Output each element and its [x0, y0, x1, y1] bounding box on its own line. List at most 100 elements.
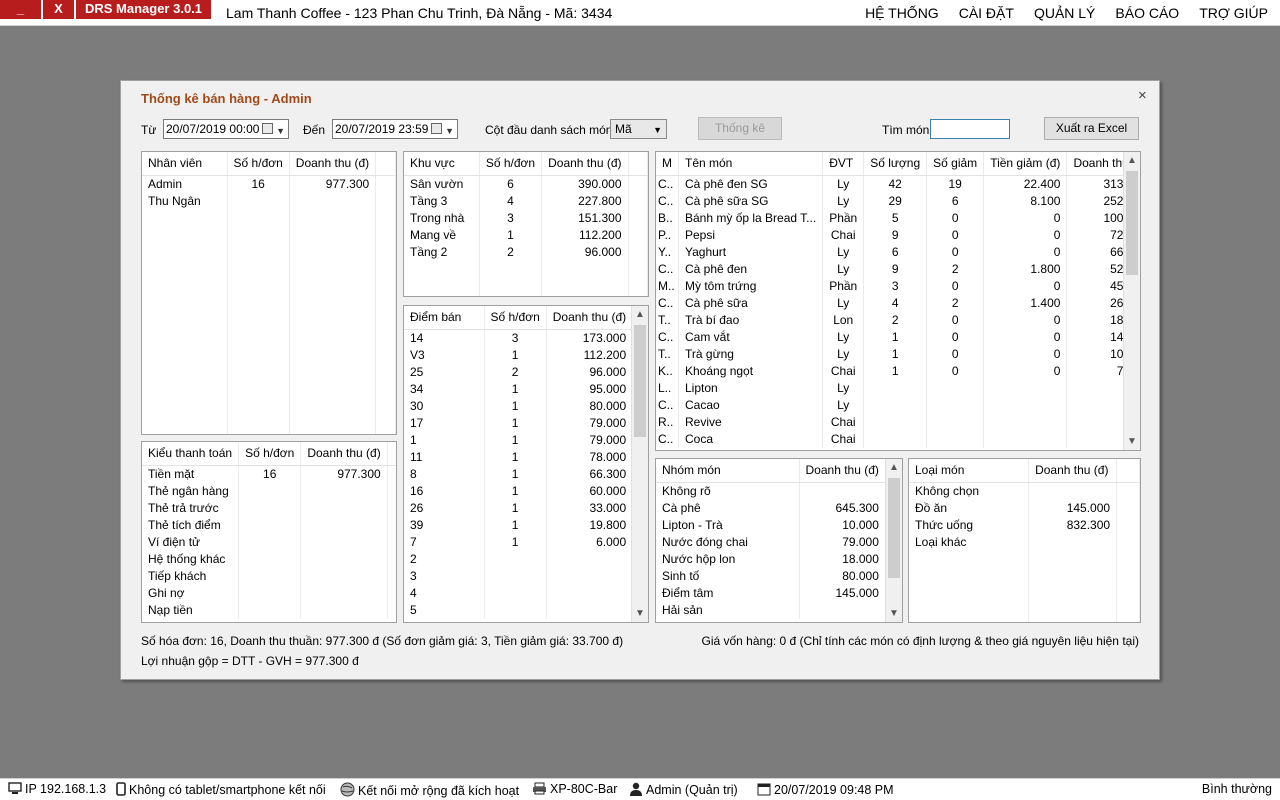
table-row[interactable]: Tiền mặt 16 977.300	[142, 465, 396, 483]
col-header[interactable]: Doanh thu (đ)	[1028, 459, 1118, 483]
table-row[interactable]: Hệ thống khác	[142, 551, 396, 568]
table-row[interactable]: C..Cà phê đen SGLy421922.400313.600	[656, 175, 1140, 193]
col-header[interactable]: Doanh thu (đ)	[799, 459, 886, 483]
to-date-picker[interactable]: 20/07/2019 23:59 ▼	[332, 119, 458, 139]
group-scrollbar[interactable]: ▲ ▼	[885, 459, 902, 622]
col-header[interactable]: Điểm bán	[404, 306, 485, 330]
table-row[interactable]: 3	[404, 568, 647, 585]
first-column-select[interactable]: Mã ▼	[610, 119, 667, 139]
table-row[interactable]: Tầng 3 4 227.800	[404, 193, 648, 210]
menu-reports[interactable]: BÁO CÁO	[1115, 5, 1179, 21]
col-header[interactable]: Doanh thu (đ)	[289, 152, 377, 176]
table-row[interactable]: Tầng 2 2 96.000	[404, 244, 648, 261]
scroll-down-icon[interactable]: ▼	[632, 605, 648, 622]
col-header[interactable]: Kiểu thanh toán	[142, 442, 240, 466]
table-row[interactable]: 34 1 95.000	[404, 381, 647, 398]
col-header[interactable]: Số h/đơn	[227, 152, 290, 176]
table-row[interactable]: L.. Lipton Ly	[656, 380, 1140, 397]
table-row[interactable]: M..Mỳ tôm trứngPhần30045.000	[656, 278, 1140, 295]
table-row[interactable]: Đồ ăn 145.000	[909, 500, 1140, 517]
table-row[interactable]: Trong nhà 3 151.300	[404, 210, 648, 227]
col-header[interactable]: ĐVT	[822, 152, 865, 176]
table-row[interactable]: Hải sản	[656, 602, 899, 619]
table-row[interactable]: C..Cà phê đenLy921.80052.200	[656, 261, 1140, 278]
table-row[interactable]: C..Cà phê sữa SGLy2968.100252.900	[656, 193, 1140, 210]
table-row[interactable]: Mang về 1 112.200	[404, 227, 648, 244]
col-header[interactable]: Tiền giảm (đ)	[983, 152, 1068, 176]
menu-system[interactable]: HỆ THỐNG	[865, 5, 939, 21]
col-header[interactable]: Số h/đơn	[479, 152, 543, 176]
table-row[interactable]: 16 1 60.000	[404, 483, 647, 500]
table-row[interactable]: 25 2 96.000	[404, 364, 647, 381]
col-header[interactable]: Doanh thu (đ)	[300, 442, 388, 466]
table-row[interactable]: Không rõ	[656, 482, 899, 500]
items-scrollbar[interactable]: ▲ ▼	[1123, 152, 1140, 450]
table-row[interactable]: Loại khác	[909, 534, 1140, 551]
table-row[interactable]: Lipton - Trà 10.000	[656, 517, 899, 534]
table-row[interactable]: 11 1 78.000	[404, 449, 647, 466]
table-row[interactable]: C.. Coca Chai	[656, 431, 1140, 448]
col-header[interactable]: Nhân viên	[142, 152, 228, 176]
table-row[interactable]: 14 3 173.000	[404, 329, 647, 347]
table-row[interactable]: T..Trà gừngLy10010.000	[656, 346, 1140, 363]
col-header[interactable]: Số giảm	[926, 152, 985, 176]
table-row[interactable]: Thức uống 832.300	[909, 517, 1140, 534]
menu-settings[interactable]: CÀI ĐẶT	[959, 5, 1014, 21]
table-row[interactable]: Cà phê 645.300	[656, 500, 899, 517]
table-row[interactable]: T..Trà bí đaoLon20018.000	[656, 312, 1140, 329]
table-row[interactable]: Y..YaghurtLy60066.000	[656, 244, 1140, 261]
minimize-button[interactable]: _	[0, 0, 41, 19]
col-header[interactable]: Số h/đơn	[484, 306, 547, 330]
table-row[interactable]: Thẻ tích điểm	[142, 517, 396, 534]
search-input[interactable]	[930, 119, 1010, 139]
table-row[interactable]: 39 1 19.800	[404, 517, 647, 534]
table-row[interactable]: Ghi nợ	[142, 585, 396, 602]
table-row[interactable]: C..Cà phê sữaLy421.40026.600	[656, 295, 1140, 312]
table-row[interactable]: Nạp tiền	[142, 602, 396, 619]
table-row[interactable]: 30 1 80.000	[404, 398, 647, 415]
scroll-thumb[interactable]	[1126, 171, 1138, 275]
table-row[interactable]: P..PepsiChai90072.000	[656, 227, 1140, 244]
scroll-down-icon[interactable]: ▼	[886, 605, 902, 622]
stats-button[interactable]: Thống kê	[698, 117, 782, 140]
table-row[interactable]: K..Khoáng ngọtChai1007.000	[656, 363, 1140, 380]
scroll-up-icon[interactable]: ▲	[1124, 152, 1140, 169]
col-header[interactable]: M	[656, 152, 679, 176]
col-header[interactable]: Tên món	[678, 152, 824, 176]
point-of-sale-scrollbar[interactable]: ▲ ▼	[631, 306, 648, 622]
dialog-close-button[interactable]: ×	[1138, 87, 1147, 104]
scroll-thumb[interactable]	[634, 325, 646, 437]
col-header[interactable]: Doanh thu (đ)	[541, 152, 629, 176]
table-row[interactable]: C.. Cacao Ly	[656, 397, 1140, 414]
table-row[interactable]: 17 1 79.000	[404, 415, 647, 432]
col-header[interactable]: Loại món	[909, 459, 1030, 483]
table-row[interactable]: Sinh tố 80.000	[656, 568, 899, 585]
scroll-up-icon[interactable]: ▲	[886, 459, 902, 476]
scroll-up-icon[interactable]: ▲	[632, 306, 648, 323]
col-header[interactable]: Số lượng	[863, 152, 928, 176]
col-header[interactable]: Nhóm món	[656, 459, 800, 483]
table-row[interactable]: 1 1 79.000	[404, 432, 647, 449]
table-row[interactable]: Thẻ trả trước	[142, 500, 396, 517]
table-row[interactable]: R.. Revive Chai	[656, 414, 1140, 431]
col-header[interactable]: Số h/đơn	[238, 442, 302, 466]
table-row[interactable]: Thu Ngân	[142, 193, 396, 210]
from-date-picker[interactable]: 20/07/2019 00:00 ▼	[163, 119, 289, 139]
col-header[interactable]: Doanh thu (đ)	[546, 306, 634, 330]
menu-help[interactable]: TRỢ GIÚP	[1199, 5, 1268, 21]
table-row[interactable]: B..Bánh mỳ ốp la Bread T...Phần500100.00…	[656, 210, 1140, 227]
close-app-button[interactable]: X	[43, 0, 74, 19]
table-row[interactable]: Admin 16 977.300	[142, 175, 396, 193]
table-row[interactable]: 2	[404, 551, 647, 568]
table-row[interactable]: Sân vườn 6 390.000	[404, 175, 648, 193]
table-row[interactable]: Ví điện tử	[142, 534, 396, 551]
table-row[interactable]: 8 1 66.300	[404, 466, 647, 483]
table-row[interactable]: Điểm tâm 145.000	[656, 585, 899, 602]
scroll-down-icon[interactable]: ▼	[1124, 433, 1140, 450]
table-row[interactable]: 26 1 33.000	[404, 500, 647, 517]
table-row[interactable]: 5	[404, 602, 647, 619]
menu-manage[interactable]: QUẢN LÝ	[1034, 5, 1095, 21]
table-row[interactable]: Nước hộp lon 18.000	[656, 551, 899, 568]
col-header[interactable]: Khu vực	[404, 152, 480, 176]
table-row[interactable]: Không chọn	[909, 482, 1140, 500]
